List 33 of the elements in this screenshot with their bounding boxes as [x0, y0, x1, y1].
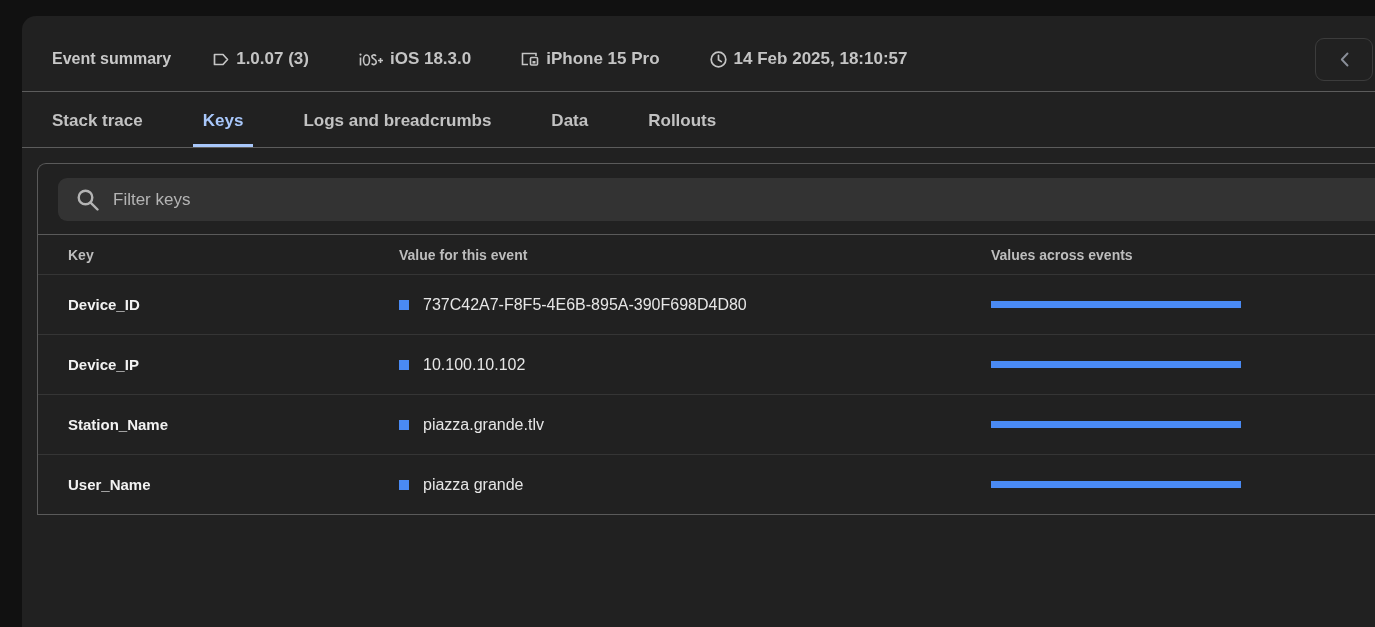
- square-marker-icon: [399, 299, 409, 310]
- key-value: piazza grande: [423, 475, 524, 494]
- key-name: Device_ID: [68, 296, 141, 313]
- event-summary-title: Event summary: [52, 50, 172, 68]
- key-value: 737C42A7-F8F5-4E6B-895A-390F698D4D80: [423, 295, 747, 314]
- chevron-left-icon: [1339, 51, 1349, 67]
- tag-icon: [213, 52, 230, 66]
- os-logo-icon: [358, 52, 383, 66]
- column-header: Key: [68, 246, 95, 263]
- tab[interactable]: Data: [541, 92, 599, 147]
- column-header: Values across events: [991, 246, 1134, 263]
- key-value: 10.100.10.102: [423, 355, 526, 374]
- square-marker-icon: [399, 479, 409, 490]
- search-icon: [77, 189, 99, 211]
- key-name: Station_Name: [68, 416, 170, 433]
- key-name: User_Name: [68, 476, 152, 493]
- key-value: piazza.grande.tlv: [423, 415, 544, 434]
- tab[interactable]: Stack trace: [42, 92, 153, 147]
- device-model: iPhone 15 Pro: [546, 49, 660, 69]
- square-marker-icon: [399, 359, 409, 370]
- os-version: iOS 18.3.0: [389, 49, 472, 69]
- square-marker-icon: [399, 419, 409, 430]
- tab[interactable]: Keys: [192, 92, 254, 147]
- tab[interactable]: Logs and breadcrumbs: [293, 92, 502, 147]
- event-timestamp: 14 Feb 2025, 18:10:57: [733, 49, 908, 69]
- key-name: Device_IP: [68, 356, 140, 373]
- app-version: 1.0.07 (3): [236, 49, 309, 69]
- search-field[interactable]: Filter keys: [58, 178, 1375, 221]
- back-button[interactable]: [1315, 37, 1373, 81]
- column-header: Value for this event: [399, 246, 529, 263]
- clock-icon: [709, 50, 727, 68]
- tab[interactable]: Rollouts: [638, 92, 727, 147]
- devices-icon: [521, 52, 540, 66]
